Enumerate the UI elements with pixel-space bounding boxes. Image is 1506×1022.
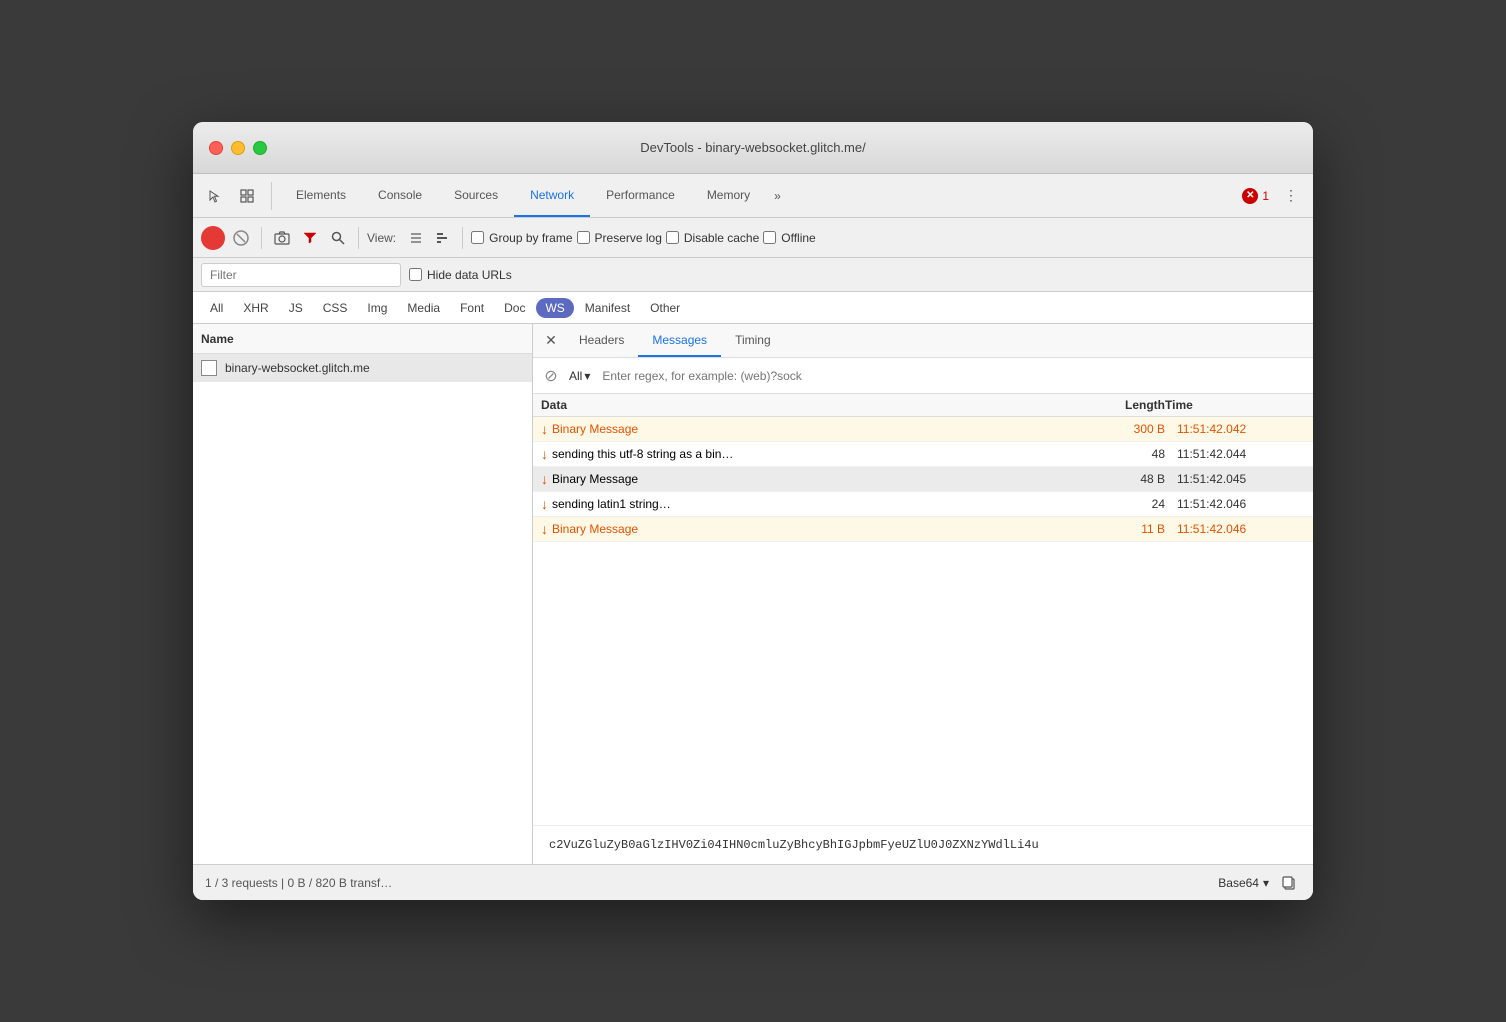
message-time: 11:51:42.045 xyxy=(1165,472,1305,486)
detail-content: c2VuZGluZyB0aGlzIHV0Zi04IHN0cmluZyBhcyBh… xyxy=(533,825,1313,864)
tab-headers[interactable]: Headers xyxy=(565,324,638,357)
separator-1 xyxy=(261,227,262,249)
search-icon[interactable] xyxy=(326,226,350,250)
tab-right-area: ✕ 1 ⋮ xyxy=(1242,182,1305,210)
devtools-body: Elements Console Sources Network Perform… xyxy=(193,174,1313,900)
devtools-window: DevTools - binary-websocket.glitch.me/ xyxy=(193,122,1313,900)
inspect-icon[interactable] xyxy=(233,182,261,210)
window-title: DevTools - binary-websocket.glitch.me/ xyxy=(640,140,865,155)
type-filter-manifest[interactable]: Manifest xyxy=(576,298,639,318)
type-filter-media[interactable]: Media xyxy=(398,298,449,318)
status-text: 1 / 3 requests | 0 B / 820 B transf… xyxy=(205,876,1218,890)
titlebar: DevTools - binary-websocket.glitch.me/ xyxy=(193,122,1313,174)
type-filter-all[interactable]: All xyxy=(201,298,232,318)
type-filters: AllXHRJSCSSImgMediaFontDocWSManifestOthe… xyxy=(193,292,1313,324)
left-panel: Name binary-websocket.glitch.me xyxy=(193,324,533,864)
tab-console[interactable]: Console xyxy=(362,174,438,217)
message-filter-select[interactable]: All ▾ xyxy=(569,369,590,383)
tab-sources[interactable]: Sources xyxy=(438,174,514,217)
copy-button[interactable] xyxy=(1277,871,1301,895)
type-filter-css[interactable]: CSS xyxy=(314,298,357,318)
tabs-bar: Elements Console Sources Network Perform… xyxy=(193,174,1313,218)
tab-elements[interactable]: Elements xyxy=(280,174,362,217)
type-filter-doc[interactable]: Doc xyxy=(495,298,534,318)
message-data: ↓sending latin1 string… xyxy=(541,496,1065,512)
message-time: 11:51:42.042 xyxy=(1165,422,1305,436)
message-filter-input[interactable] xyxy=(598,367,1305,385)
close-detail-button[interactable]: ✕ xyxy=(541,331,561,351)
filter-bar: Hide data URLs xyxy=(193,258,1313,292)
type-filter-img[interactable]: Img xyxy=(358,298,396,318)
message-time: 11:51:42.044 xyxy=(1165,447,1305,461)
record-button[interactable] xyxy=(201,226,225,250)
message-row[interactable]: ↓Binary Message11 B11:51:42.046 xyxy=(533,517,1313,542)
network-toolbar: View: xyxy=(193,218,1313,258)
name-column-header: Name xyxy=(193,324,532,354)
tab-performance[interactable]: Performance xyxy=(590,174,691,217)
request-row[interactable]: binary-websocket.glitch.me xyxy=(193,354,532,382)
type-filter-js[interactable]: JS xyxy=(280,298,312,318)
status-right: Base64 ▾ xyxy=(1218,871,1301,895)
view-icons xyxy=(404,226,454,250)
messages-column-headers: Data Length Time xyxy=(533,394,1313,417)
message-data: ↓Binary Message xyxy=(541,521,1065,537)
type-filter-ws[interactable]: WS xyxy=(536,298,573,318)
offline-checkbox[interactable]: Offline xyxy=(763,231,815,245)
settings-icon[interactable]: ⋮ xyxy=(1277,182,1305,210)
error-icon: ✕ xyxy=(1242,188,1258,204)
messages-table: Data Length Time ↓Binary Message300 B11:… xyxy=(533,394,1313,825)
waterfall-view-icon[interactable] xyxy=(430,226,454,250)
message-time: 11:51:42.046 xyxy=(1165,522,1305,536)
filter-input[interactable] xyxy=(201,263,401,287)
request-icon xyxy=(201,360,217,376)
group-by-frame-checkbox[interactable]: Group by frame xyxy=(471,231,572,245)
tab-timing[interactable]: Timing xyxy=(721,324,785,357)
separator-2 xyxy=(358,227,359,249)
message-row[interactable]: ↓Binary Message300 B11:51:42.042 xyxy=(533,417,1313,442)
message-data: ↓Binary Message xyxy=(541,421,1065,437)
tab-list: Elements Console Sources Network Perform… xyxy=(280,174,1242,217)
base64-select[interactable]: Base64 ▾ xyxy=(1218,876,1269,890)
type-filter-xhr[interactable]: XHR xyxy=(234,298,277,318)
hide-data-urls-checkbox[interactable]: Hide data URLs xyxy=(409,268,512,282)
tab-memory[interactable]: Memory xyxy=(691,174,766,217)
close-button[interactable] xyxy=(209,141,223,155)
disable-cache-checkbox[interactable]: Disable cache xyxy=(666,231,759,245)
view-label: View: xyxy=(367,231,396,245)
preserve-log-checkbox[interactable]: Preserve log xyxy=(577,231,662,245)
messages-toolbar: ⊘ All ▾ xyxy=(533,358,1313,394)
message-row[interactable]: ↓Binary Message48 B11:51:42.045 xyxy=(533,467,1313,492)
message-length: 300 B xyxy=(1065,422,1165,436)
message-data: ↓Binary Message xyxy=(541,471,1065,487)
list-view-icon[interactable] xyxy=(404,226,428,250)
status-bar: 1 / 3 requests | 0 B / 820 B transf… Bas… xyxy=(193,864,1313,900)
cursor-icon[interactable] xyxy=(201,182,229,210)
type-filter-other[interactable]: Other xyxy=(641,298,689,318)
detail-tabs: ✕ Headers Messages Timing xyxy=(533,324,1313,358)
message-length: 48 xyxy=(1065,447,1165,461)
minimize-button[interactable] xyxy=(231,141,245,155)
tab-icons xyxy=(201,182,272,210)
tab-overflow[interactable]: » xyxy=(766,189,789,203)
message-length: 11 B xyxy=(1065,522,1165,536)
traffic-lights xyxy=(209,141,267,155)
right-panel: ✕ Headers Messages Timing ⊘ All xyxy=(533,324,1313,864)
clear-button[interactable] xyxy=(229,226,253,250)
separator-3 xyxy=(462,227,463,249)
error-badge[interactable]: ✕ 1 xyxy=(1242,188,1269,204)
message-row[interactable]: ↓sending this utf-8 string as a bin…4811… xyxy=(533,442,1313,467)
message-length: 24 xyxy=(1065,497,1165,511)
message-data: ↓sending this utf-8 string as a bin… xyxy=(541,446,1065,462)
message-length: 48 B xyxy=(1065,472,1165,486)
camera-icon[interactable] xyxy=(270,226,294,250)
filter-icon[interactable] xyxy=(298,226,322,250)
tab-network[interactable]: Network xyxy=(514,174,590,217)
tab-messages[interactable]: Messages xyxy=(638,324,721,357)
no-entry-icon[interactable]: ⊘ xyxy=(541,366,561,386)
main-content: Name binary-websocket.glitch.me ✕ Header… xyxy=(193,324,1313,864)
maximize-button[interactable] xyxy=(253,141,267,155)
message-time: 11:51:42.046 xyxy=(1165,497,1305,511)
type-filter-font[interactable]: Font xyxy=(451,298,493,318)
message-row[interactable]: ↓sending latin1 string…2411:51:42.046 xyxy=(533,492,1313,517)
